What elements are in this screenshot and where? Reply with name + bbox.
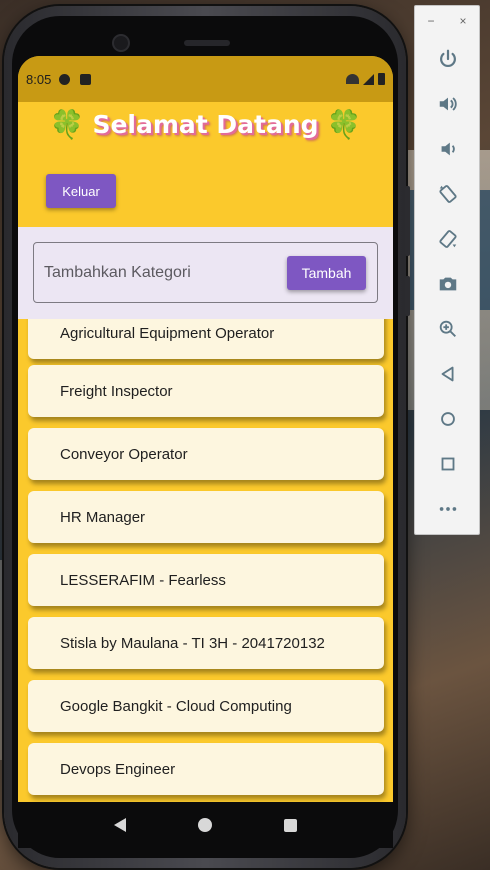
add-category-form: Tambah xyxy=(18,227,393,319)
clover-icon: 🍀 xyxy=(49,108,85,140)
volume-up-icon[interactable] xyxy=(433,89,463,119)
list-item[interactable]: Freight Inspector xyxy=(28,365,384,417)
logout-button[interactable]: Keluar xyxy=(46,174,116,208)
list-item[interactable]: Conveyor Operator xyxy=(28,428,384,480)
signal-icon xyxy=(363,73,374,85)
list-item[interactable]: Agricultural Equipment Operator xyxy=(28,319,384,359)
category-input[interactable] xyxy=(44,261,274,285)
minimize-icon[interactable]: − xyxy=(427,14,434,28)
rotate-left-icon[interactable] xyxy=(433,179,463,209)
category-input-box: Tambah xyxy=(33,242,378,303)
list-item[interactable]: LESSERAFIM - Fearless xyxy=(28,554,384,606)
status-bar: 8:05 xyxy=(18,56,393,102)
toolbar-window-controls: − × xyxy=(415,14,479,28)
home-icon[interactable] xyxy=(433,404,463,434)
title-row: 🍀 Selamat Datang 🍀 xyxy=(18,110,393,139)
zoom-icon[interactable] xyxy=(433,314,463,344)
camera-lens xyxy=(112,34,130,52)
clover-icon: 🍀 xyxy=(326,108,362,140)
list-item[interactable]: Google Bangkit - Cloud Computing xyxy=(28,680,384,732)
volume-down-icon[interactable] xyxy=(433,134,463,164)
power-icon[interactable] xyxy=(433,44,463,74)
add-category-button[interactable]: Tambah xyxy=(287,256,366,290)
back-icon[interactable] xyxy=(114,818,126,832)
close-icon[interactable]: × xyxy=(459,14,466,28)
overview-icon[interactable] xyxy=(284,818,297,832)
camera-icon[interactable] xyxy=(433,269,463,299)
list-item[interactable]: Devops Engineer xyxy=(28,743,384,795)
play-protect-icon xyxy=(59,73,71,85)
volume-side-button xyxy=(405,186,410,256)
rotate-right-icon[interactable] xyxy=(433,224,463,254)
more-icon[interactable] xyxy=(433,494,463,524)
list-item[interactable]: Stisla by Maulana - TI 3H - 2041720132 xyxy=(28,617,384,669)
emulator-toolbar: − × xyxy=(414,5,480,535)
page-title: Selamat Datang xyxy=(92,110,319,139)
category-list[interactable]: Agricultural Equipment Operator Freight … xyxy=(18,319,393,802)
power-side-button xyxy=(405,276,410,316)
overview-icon[interactable] xyxy=(433,449,463,479)
list-item[interactable]: HR Manager xyxy=(28,491,384,543)
app-screen: 8:05 🍀 Selamat Datang 🍀 Keluar Tambah Ag… xyxy=(18,56,393,802)
earpiece-speaker xyxy=(184,40,230,46)
android-nav-bar xyxy=(18,802,393,848)
back-icon[interactable] xyxy=(433,359,463,389)
wifi-icon xyxy=(346,74,359,84)
sd-card-icon xyxy=(80,73,92,85)
battery-icon xyxy=(378,73,385,85)
home-icon[interactable] xyxy=(198,818,212,832)
app-header: 🍀 Selamat Datang 🍀 Keluar xyxy=(18,102,393,227)
status-time: 8:05 xyxy=(26,71,52,87)
